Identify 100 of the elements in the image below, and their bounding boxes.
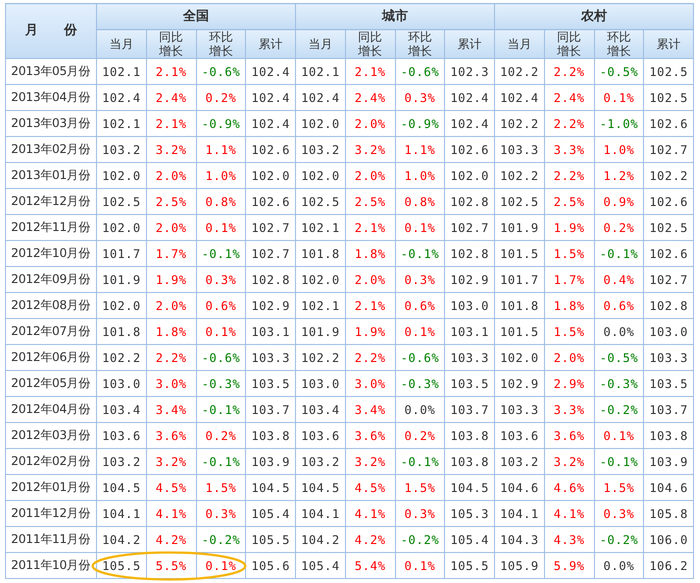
table-cell: -0.3% [395, 370, 445, 396]
table-cell: 2.1% [345, 58, 395, 84]
table-cell: 103.8 [444, 422, 494, 448]
table-cell: 101.9 [494, 214, 544, 240]
table-cell: 103.4 [296, 396, 346, 422]
table-cell: 105.5 [246, 526, 296, 552]
table-cell: 102.4 [444, 110, 494, 136]
table-cell: 105.8 [644, 500, 694, 526]
table-cell: 104.1 [296, 500, 346, 526]
table-cell: 0.3% [196, 266, 246, 292]
month-cell: 2011年10月份 [6, 552, 96, 578]
table-cell: 3.3% [544, 136, 594, 162]
table-cell: 103.7 [644, 396, 694, 422]
table-cell: 101.9 [296, 318, 346, 344]
table-cell: 102.0 [296, 110, 346, 136]
table-cell: 2.0% [345, 162, 395, 188]
month-cell: 2013年03月份 [6, 110, 96, 136]
table-cell: 2.5% [146, 188, 196, 214]
table-cell: 102.4 [444, 84, 494, 110]
table-cell: 101.8 [96, 318, 146, 344]
table-cell: 102.5 [644, 214, 694, 240]
table-cell: 3.6% [544, 422, 594, 448]
table-cell: 0.6% [196, 292, 246, 318]
column-header: 当月 [506, 37, 532, 51]
table-cell: 0.1% [594, 422, 644, 448]
table-cell: 3.4% [146, 396, 196, 422]
table-cell: 102.9 [444, 266, 494, 292]
table-cell: 102.2 [494, 110, 544, 136]
column-header: 月 份 [6, 4, 96, 58]
table-cell: 102.8 [644, 292, 694, 318]
table-cell: 103.5 [246, 370, 296, 396]
column-header: 环比增长 [208, 30, 234, 58]
table-cell: -0.6% [395, 344, 445, 370]
month-cell: 2012年11月份 [6, 214, 96, 240]
table-cell: 102.6 [444, 136, 494, 162]
table-cell: 1.8% [345, 240, 395, 266]
table-cell: -0.2% [395, 526, 445, 552]
table-cell: 105.3 [444, 500, 494, 526]
table-cell: 2.5% [544, 188, 594, 214]
table-cell: 104.6 [494, 474, 544, 500]
table-cell: 101.8 [296, 240, 346, 266]
table-cell: 102.5 [494, 188, 544, 214]
table-cell: 103.9 [246, 448, 296, 474]
table-cell: 102.5 [644, 84, 694, 110]
table-cell: 0.1% [196, 318, 246, 344]
table-cell: 1.9% [146, 266, 196, 292]
table-cell: 4.1% [345, 500, 395, 526]
month-cell: 2012年07月份 [6, 318, 96, 344]
table-cell: 3.2% [544, 448, 594, 474]
table-cell: 0.3% [594, 500, 644, 526]
table-cell: 103.3 [444, 344, 494, 370]
table-cell: 102.7 [644, 266, 694, 292]
table-cell: 0.8% [196, 188, 246, 214]
table-cell: 3.4% [345, 396, 395, 422]
table-cell: 2.4% [544, 84, 594, 110]
table-cell: 1.9% [345, 318, 395, 344]
table-cell: -0.9% [196, 110, 246, 136]
month-cell: 2012年12月份 [6, 188, 96, 214]
table-cell: 3.3% [544, 396, 594, 422]
table-cell: -0.5% [594, 344, 644, 370]
table-cell: 103.5 [644, 370, 694, 396]
table-cell: 3.0% [345, 370, 395, 396]
table-cell: -0.1% [196, 240, 246, 266]
table-cell: 103.3 [246, 344, 296, 370]
column-header: 环比增长 [407, 30, 432, 58]
table-cell: 0.0% [594, 318, 644, 344]
table-cell: 102.6 [644, 240, 694, 266]
month-cell: 2011年11月份 [6, 526, 96, 552]
table-cell: 2.0% [146, 214, 196, 240]
table-cell: -0.2% [594, 526, 644, 552]
table-cell: 4.3% [544, 526, 594, 552]
table-cell: 102.0 [296, 162, 346, 188]
table-cell: 2.2% [345, 344, 395, 370]
table-cell: 2.1% [146, 58, 196, 84]
table-cell: 105.4 [444, 526, 494, 552]
table-cell: 2.2% [544, 162, 594, 188]
table-cell: -0.1% [196, 448, 246, 474]
month-cell: 2013年05月份 [6, 58, 96, 84]
table-cell: 0.9% [594, 188, 644, 214]
table-cell: 3.2% [345, 136, 395, 162]
table-cell: 102.0 [96, 162, 146, 188]
table-cell: 1.5% [395, 474, 445, 500]
table-cell: 2.0% [345, 110, 395, 136]
table-cell: 103.2 [296, 448, 346, 474]
table-cell: 101.7 [494, 266, 544, 292]
month-cell: 2012年01月份 [6, 474, 96, 500]
table-cell: 2.1% [345, 214, 395, 240]
table-cell: 102.1 [296, 58, 346, 84]
table-cell: -1.0% [594, 110, 644, 136]
table-cell: 102.4 [96, 84, 146, 110]
table-cell: 102.4 [246, 110, 296, 136]
table-cell: 1.0% [196, 162, 246, 188]
table-cell: 101.8 [494, 292, 544, 318]
table-cell: 105.4 [296, 552, 346, 578]
table-cell: 1.0% [395, 162, 445, 188]
table-cell: 104.5 [96, 474, 146, 500]
table-cell: 2.5% [345, 188, 395, 214]
table-cell: 102.1 [96, 110, 146, 136]
month-cell: 2012年02月份 [6, 448, 96, 474]
table-cell: 102.4 [246, 84, 296, 110]
